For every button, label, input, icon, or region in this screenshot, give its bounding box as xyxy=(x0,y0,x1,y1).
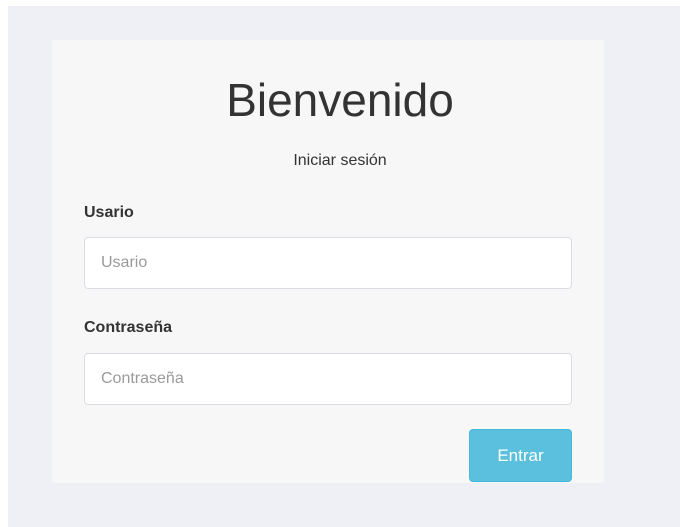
password-input[interactable] xyxy=(84,353,572,405)
login-subtitle: Iniciar sesión xyxy=(293,152,387,169)
page-title: Bienvenido xyxy=(226,74,454,126)
password-label: Contraseña xyxy=(84,319,173,336)
submit-button[interactable]: Entrar xyxy=(469,429,572,482)
username-input[interactable] xyxy=(84,237,572,289)
username-label: Usario xyxy=(84,204,134,221)
